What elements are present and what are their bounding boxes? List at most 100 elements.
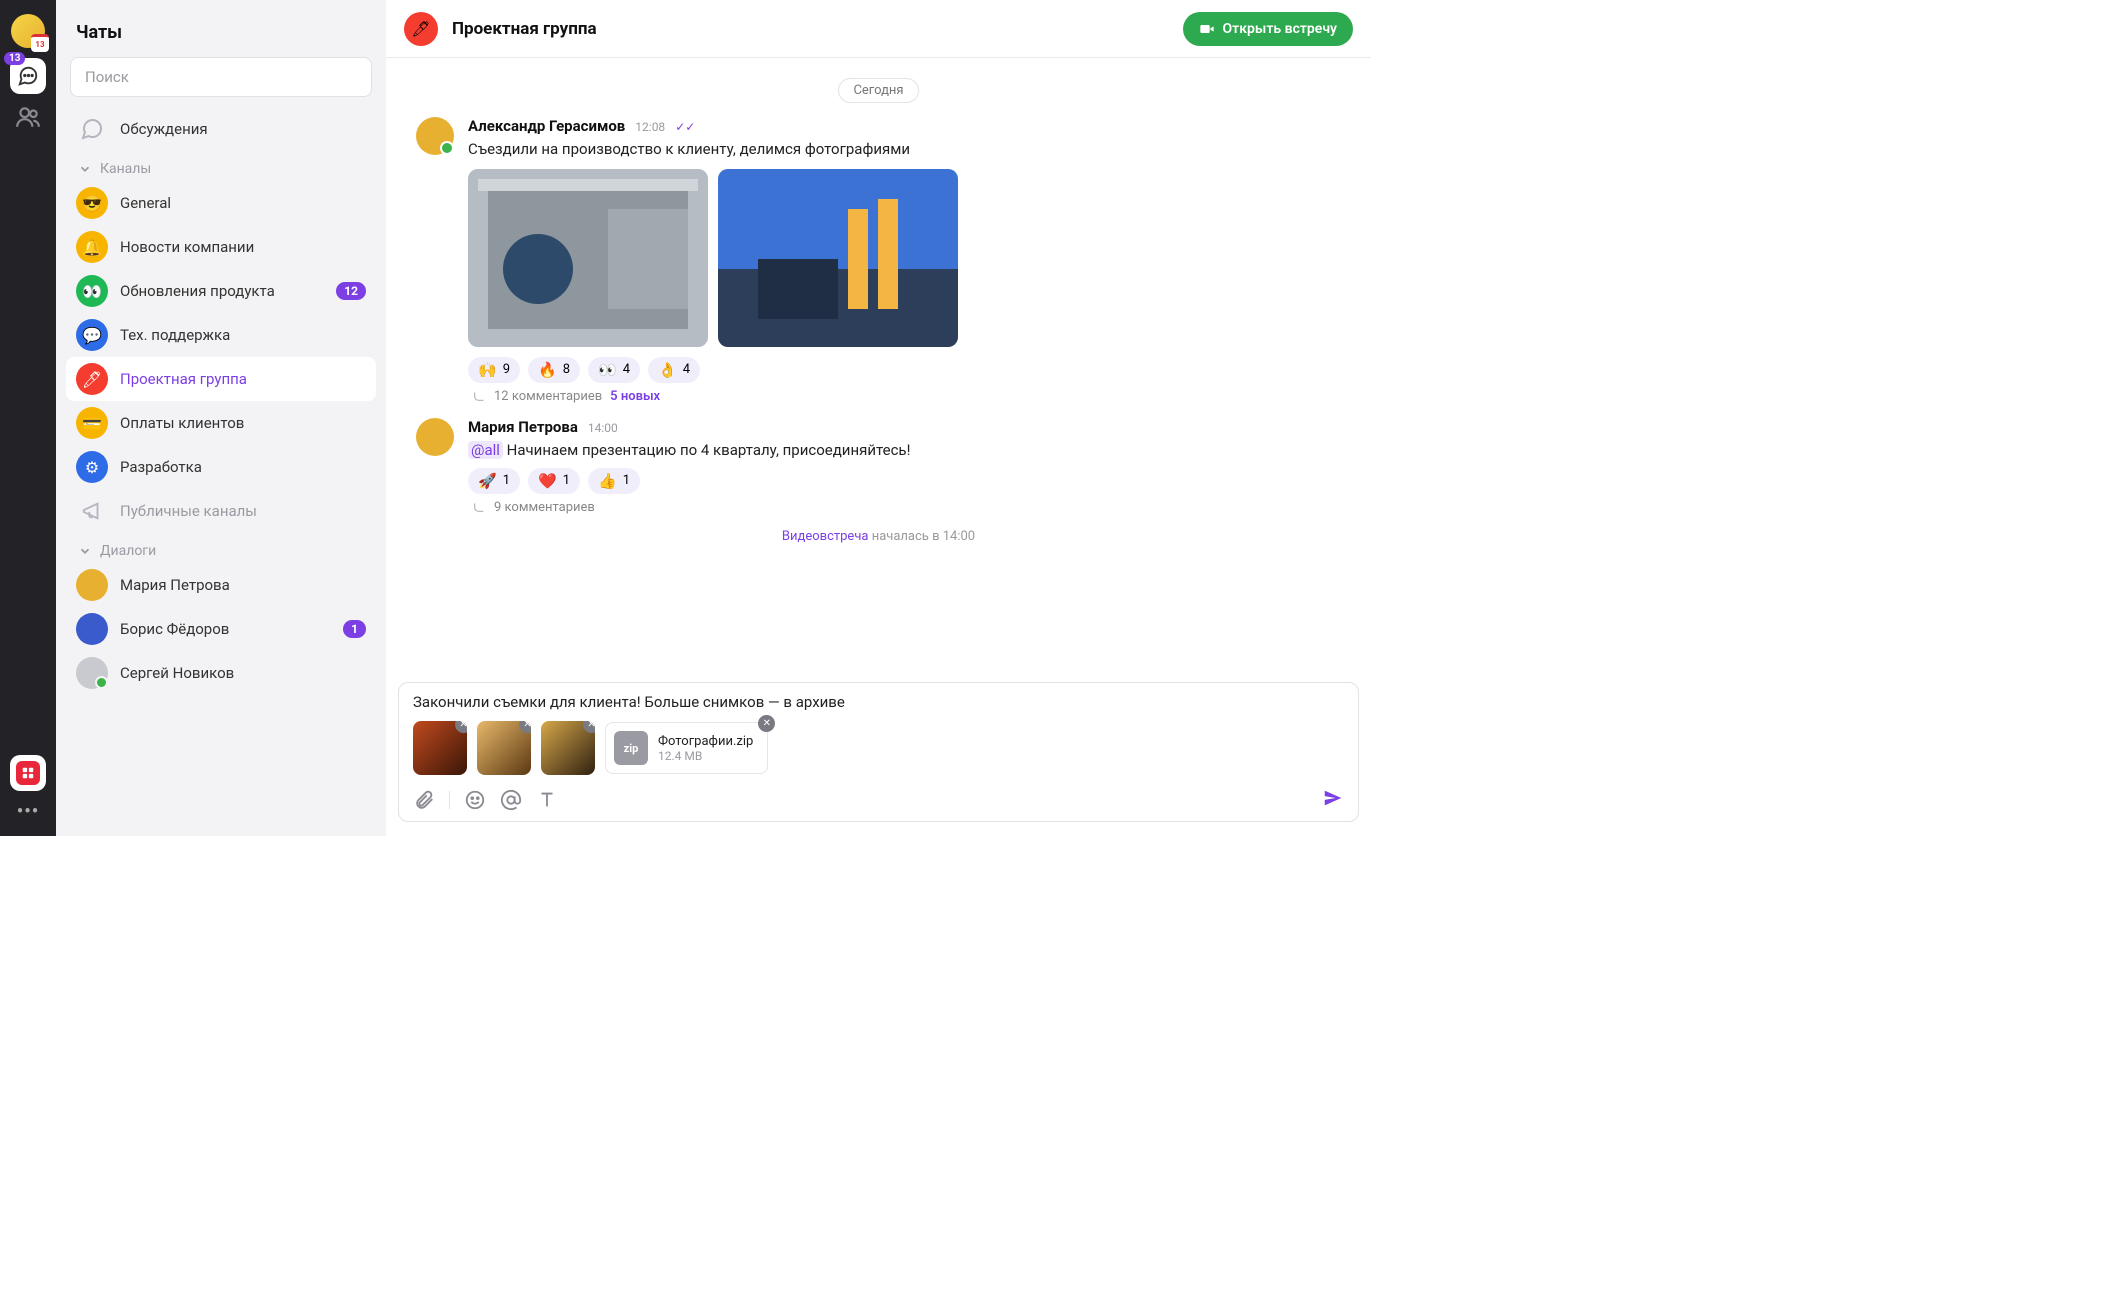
image-attachment-thumb[interactable]: ✕ [477, 721, 531, 775]
message-time: 12:08 [635, 120, 665, 134]
sidebar-item-label: Проектная группа [120, 370, 366, 388]
reaction-chip[interactable]: 👌4 [648, 357, 700, 383]
sidebar-item-label: Новости компании [120, 238, 366, 256]
send-icon [1322, 787, 1344, 809]
message-text: @all Начинаем презентацию по 4 кварталу,… [468, 440, 1341, 462]
reaction-chip[interactable]: 🙌9 [468, 357, 520, 383]
sidebar-dialog-item[interactable]: Борис Фёдоров 1 [66, 607, 376, 651]
user-avatar [76, 613, 108, 645]
unread-badge: 13 [4, 52, 25, 65]
sidebar-item-label: General [120, 194, 366, 212]
comments-count: 12 комментариев [494, 389, 602, 404]
sidebar-channel-item[interactable]: 😎 General [66, 181, 376, 225]
sidebar-item-label: Сергей Новиков [120, 664, 366, 682]
sidebar-channel-item[interactable]: ⚙ Разработка [66, 445, 376, 489]
file-attachment[interactable]: zip Фотографии.zip 12.4 MB ✕ [605, 722, 768, 774]
messages-pane[interactable]: Сегодня Александр Герасимов 12:08 ✓✓ Съе… [386, 58, 1371, 682]
sidebar-item-public-channels[interactable]: Публичные каналы [66, 489, 376, 533]
file-size: 12.4 MB [658, 749, 753, 763]
discussion-icon [76, 113, 108, 145]
send-button[interactable] [1322, 787, 1344, 813]
sidebar-channel-item[interactable]: 🖊 Проектная группа [66, 357, 376, 401]
sidebar-channel-item[interactable]: 👀 Обновления продукта 12 [66, 269, 376, 313]
sidebar-item-label: Публичные каналы [120, 502, 366, 520]
format-button[interactable] [536, 789, 558, 811]
remove-attachment-button[interactable]: ✕ [455, 721, 467, 733]
user-avatar [76, 569, 108, 601]
message-author[interactable]: Александр Герасимов [468, 117, 625, 135]
channel-avatar: 🖊 [404, 12, 438, 46]
rail-people-button[interactable] [15, 104, 41, 134]
section-dialogs-header[interactable]: Диалоги [66, 533, 376, 563]
at-icon [500, 789, 522, 811]
video-meeting-notice: Видеовстреча началась в 14:00 [416, 529, 1341, 544]
search-container [70, 57, 372, 97]
reaction-chip[interactable]: 👍1 [588, 468, 640, 494]
comments-thread[interactable]: 9 комментариев [468, 500, 1341, 515]
rail-more-button[interactable]: ••• [17, 801, 39, 822]
sidebar-item-label: Разработка [120, 458, 366, 476]
channel-icon: 💬 [76, 319, 108, 351]
message-avatar[interactable] [416, 418, 454, 456]
channel-icon: 🖊 [76, 363, 108, 395]
remove-attachment-button[interactable]: ✕ [519, 721, 531, 733]
sidebar-channel-item[interactable]: 💳 Оплаты клиентов [66, 401, 376, 445]
user-avatar [76, 657, 108, 689]
reaction-chip[interactable]: 🔥8 [528, 357, 580, 383]
message-composer[interactable]: Закончили съемки для клиента! Больше сни… [398, 682, 1359, 822]
reply-icon [472, 389, 486, 403]
message-avatar[interactable] [416, 117, 454, 155]
remove-attachment-button[interactable]: ✕ [758, 715, 775, 732]
image-attachment-thumb[interactable]: ✕ [413, 721, 467, 775]
channel-icon: 👀 [76, 275, 108, 307]
chevron-down-icon [78, 544, 92, 558]
file-name: Фотографии.zip [658, 734, 753, 749]
comments-thread[interactable]: 12 комментариев 5 новых [468, 389, 1341, 404]
reactions-row: 🙌9 🔥8 👀4 👌4 [468, 357, 1341, 383]
sidebar-item-label: Обновления продукта [120, 282, 324, 300]
mention[interactable]: @all [468, 441, 503, 459]
sidebar-item-label: Обсуждения [120, 120, 366, 138]
video-icon [1199, 21, 1215, 37]
reaction-chip[interactable]: ❤️1 [528, 468, 580, 494]
message-author[interactable]: Мария Петрова [468, 418, 578, 436]
reaction-chip[interactable]: 👀4 [588, 357, 640, 383]
new-comments-count[interactable]: 5 новых [610, 389, 660, 404]
sidebar-dialog-item[interactable]: Сергей Новиков [66, 651, 376, 695]
user-avatar[interactable]: 13 [11, 14, 45, 48]
main-panel: 🖊 Проектная группа Открыть встречу Сегод… [386, 0, 1371, 836]
search-input[interactable] [70, 57, 372, 97]
sidebar-channel-item[interactable]: 🔔 Новости компании [66, 225, 376, 269]
sidebar-item-label: Тех. поддержка [120, 326, 366, 344]
mention-button[interactable] [500, 789, 522, 811]
attach-button[interactable] [413, 789, 435, 811]
sidebar-title: Чаты [66, 14, 376, 57]
people-icon [15, 104, 41, 130]
sidebar-channel-item[interactable]: 💬 Тех. поддержка [66, 313, 376, 357]
remove-attachment-button[interactable]: ✕ [583, 721, 595, 733]
image-attachment-thumb[interactable]: ✕ [541, 721, 595, 775]
rail-app-button[interactable] [10, 755, 46, 791]
message: Александр Герасимов 12:08 ✓✓ Съездили на… [416, 117, 1341, 404]
reaction-chip[interactable]: 🚀1 [468, 468, 520, 494]
open-meeting-button[interactable]: Открыть встречу [1183, 12, 1353, 46]
sidebar-item-discussions[interactable]: Обсуждения [66, 107, 376, 151]
photo-attachment[interactable] [468, 169, 708, 347]
megaphone-icon [76, 495, 108, 527]
video-link[interactable]: Видеовстреча [782, 529, 869, 544]
zip-icon: zip [614, 731, 648, 765]
attachment-row: ✕ ✕ ✕ zip Фотографии.zip 12.4 MB ✕ [413, 721, 1344, 775]
section-channels-header[interactable]: Каналы [66, 151, 376, 181]
emoji-button[interactable] [464, 789, 486, 811]
photo-attachment[interactable] [718, 169, 958, 347]
sidebar-dialog-item[interactable]: Мария Петрова [66, 563, 376, 607]
chat-bubble-icon [17, 65, 39, 87]
composer-input-text[interactable]: Закончили съемки для клиента! Больше сни… [413, 693, 1344, 711]
channel-title: Проектная группа [452, 19, 1169, 39]
smile-icon [464, 789, 486, 811]
comments-count: 9 комментариев [494, 500, 595, 515]
nav-rail: 13 13 ••• [0, 0, 56, 836]
reply-icon [472, 500, 486, 514]
rail-chats-button[interactable]: 13 [10, 58, 46, 94]
channel-icon: 😎 [76, 187, 108, 219]
